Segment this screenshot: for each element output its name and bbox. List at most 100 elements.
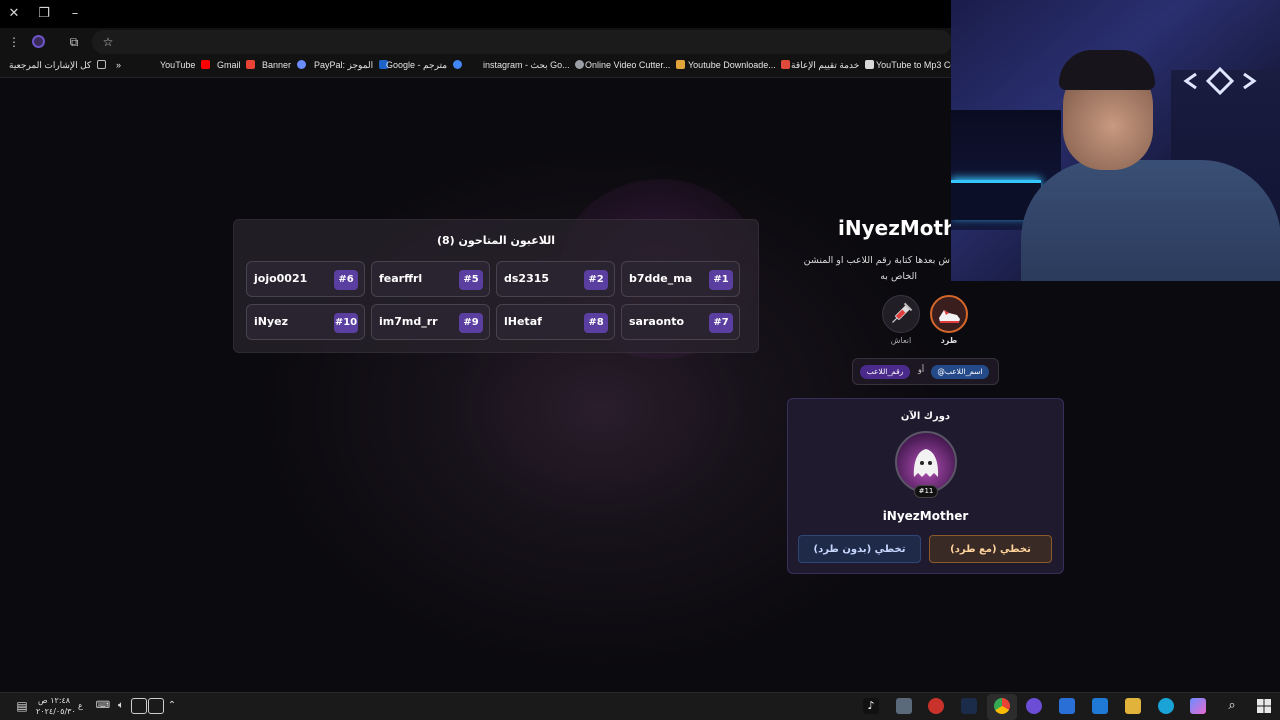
player-number-badge: #5 [459,270,483,290]
store-icon[interactable] [1059,698,1075,714]
streamer-logo-icon [1183,66,1257,96]
player-name: iNyez [254,315,289,328]
skip-with-kick-button[interactable]: تخطي (مع طرد) [929,535,1052,563]
chrome-profile-icon[interactable] [1026,698,1042,714]
bookmark-gmail[interactable]: Gmail [217,60,256,70]
windows-icon [1257,699,1271,713]
player-name: jojo0021 [254,272,308,285]
turn-player-name: iNyezMother [882,509,969,523]
obs-icon[interactable] [928,698,944,714]
youtube-icon [200,60,210,69]
tag-player-number: رقم_اللاعب [860,365,910,379]
bookmark-instagram[interactable]: instagram - بحث Go... [483,60,585,71]
banner-icon [296,60,306,69]
tag-player-name: @اسم_اللاعب [931,365,989,379]
panel-title: اللاعبون المتاحون (8) [436,234,556,247]
edge-icon[interactable] [1158,698,1174,714]
available-players-panel: اللاعبون المتاحون (8) jojo0021 #6 fearff… [233,219,759,353]
display-icon[interactable] [148,698,164,714]
player-chip[interactable]: lHetaf #8 [496,304,615,340]
player-number-badge: #10 [334,313,358,333]
player-name: fearffrl [379,272,423,285]
webcam-overlay [951,0,1280,281]
minimize-icon[interactable]: – [65,4,85,24]
chevron-up-icon[interactable]: ⌃ [164,698,180,714]
your-turn-card: دورك الآن #11 iNyezMother تخطي (مع طرد) … [787,398,1064,574]
bookmark-youtube[interactable]: YouTube [160,60,210,70]
player-number-badge: #9 [459,313,483,333]
bookmark-disability[interactable]: خدمة تقييم الإعاقة [791,60,874,71]
outlook-icon[interactable] [1092,698,1108,714]
turn-title: دورك الآن [900,411,951,422]
steam-icon[interactable] [961,698,977,714]
url-input[interactable] [92,30,952,54]
close-icon[interactable]: ✕ [4,4,24,24]
restore-icon[interactable]: ❐ [34,4,54,24]
player-chip[interactable]: fearffrl #5 [371,261,490,297]
player-number-badge: #1 [709,270,733,290]
syringe-icon [892,302,913,323]
skip-without-kick-button[interactable]: تخطي (بدون طرد) [798,535,921,563]
tiktok-icon[interactable]: ♪ [863,698,879,714]
mention-format-hint: @اسم_اللاعب أو رقم_اللاعب [852,358,999,385]
google-icon [452,60,462,69]
search-icon[interactable]: ⌕ [1224,698,1240,714]
extensions-icon[interactable]: ⧉ [64,32,84,52]
bookmark-yt-downloader[interactable]: Youtube Downloade... [688,60,791,70]
bookmark-all[interactable]: كل الإشارات المرجعية [9,60,106,71]
instruction-text: الخاص به [880,271,917,282]
player-chip[interactable]: jojo0021 #6 [246,261,365,297]
folder-icon [96,60,106,69]
player-number-badge: #7 [709,313,733,333]
chrome-icon[interactable] [994,698,1010,714]
menu-kebab-icon[interactable]: ⋮ [4,32,24,52]
avatar-number-badge: #11 [914,485,938,498]
player-chip[interactable]: b7dde_ma #1 [621,261,740,297]
download-icon [781,60,791,69]
revive-action-label: انعاش [890,336,912,345]
taskbar [0,692,1280,720]
screen: { "browser": { "bookmarks": [ {"label": … [0,0,1280,720]
bookmark-video-cutter[interactable]: Online Video Cutter... [585,60,685,70]
person-shirt [1021,160,1280,281]
input-language[interactable]: ع [78,701,83,710]
player-number-badge: #2 [584,270,608,290]
profile-avatar[interactable] [28,32,48,52]
instruction-text: ش بعدها كتابة رقم اللاعب او المنشن [803,255,950,266]
cutter-icon [675,60,685,69]
revive-action-button[interactable] [882,295,920,333]
person-hair [1059,50,1155,90]
network-icon[interactable] [131,698,147,714]
sneaker-icon [939,310,960,323]
gmail-icon [246,60,256,69]
player-number-badge: #8 [584,313,608,333]
tag-or: أو [918,365,925,374]
player-name: im7md_rr [379,315,438,328]
player-chip[interactable]: im7md_rr #9 [371,304,490,340]
player-chip[interactable]: iNyez #10 [246,304,365,340]
app-icon[interactable] [896,698,912,714]
ghost-avatar-icon [913,449,939,477]
player-chip[interactable]: ds2315 #2 [496,261,615,297]
bookmark-banner[interactable]: Banner [262,60,306,70]
notification-icon[interactable]: ▤ [14,698,30,714]
bookmark-yt-mp3[interactable]: YouTube to Mp3 Co... [876,60,963,70]
player-chip[interactable]: saraonto #7 [621,304,740,340]
site-icon [864,60,874,69]
player-name: ds2315 [504,272,550,285]
bookmark-star-icon[interactable]: ☆ [98,32,118,52]
copilot-icon[interactable] [1190,698,1206,714]
player-number-badge: #6 [334,270,358,290]
bookmark-more[interactable]: » [116,60,121,70]
start-icon[interactable] [1256,698,1272,714]
player-name: lHetaf [504,315,542,328]
bookmark-translate[interactable]: Google - مترجم [386,60,462,71]
bookmark-paypal[interactable]: PayPal: الموجز [314,60,388,71]
clock-time[interactable]: ١٢:٤٨ ص [38,696,70,705]
kick-action-button[interactable] [930,295,968,333]
current-player-title: iNyezMoth [838,216,958,240]
keyboard-icon[interactable]: ⌨ [95,698,111,714]
volume-icon[interactable]: 🔈︎ [113,698,129,714]
folder-icon[interactable] [1125,698,1141,714]
clock-date[interactable]: ٢٠٢٤/٠٥/٣٠ [36,707,76,716]
